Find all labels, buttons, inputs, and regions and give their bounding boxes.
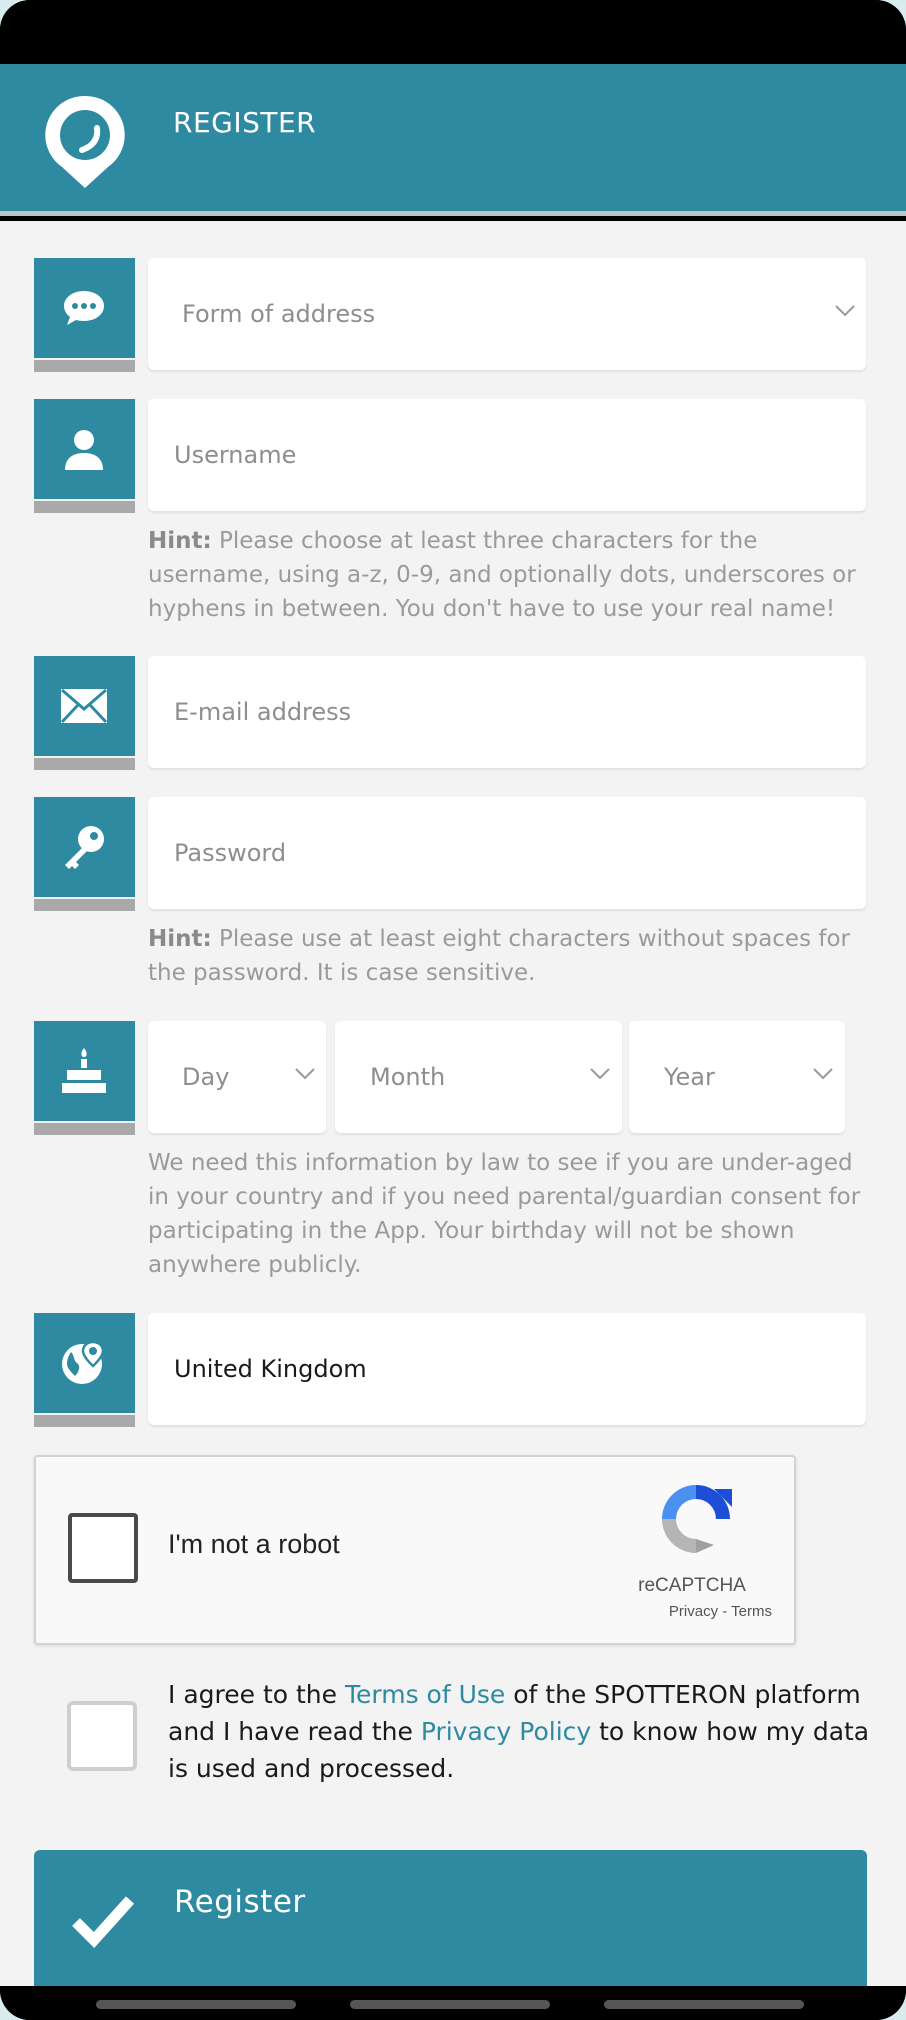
recaptcha-terms-link[interactable]: Terms (731, 1603, 772, 1620)
page-title: REGISTER (173, 106, 317, 139)
birth-year-placeholder: Year (664, 1063, 715, 1091)
nav-back-button[interactable] (604, 2000, 804, 2009)
birthday-cake-icon (62, 1048, 106, 1093)
chevron-down-icon (813, 1068, 833, 1080)
recaptcha-privacy-link[interactable]: Privacy (669, 1603, 718, 1620)
app-bar: REGISTER (0, 64, 906, 216)
birth-day-placeholder: Day (182, 1063, 230, 1091)
globe-location-icon (62, 1340, 105, 1384)
recaptcha-checkbox[interactable] (68, 1513, 138, 1583)
address-icon-box (34, 258, 135, 372)
phone-screen: REGISTER Form of address Username Hint: … (0, 0, 906, 2020)
checkmark-icon (72, 1896, 134, 1948)
country-icon-box (34, 1313, 135, 1427)
chevron-down-icon (295, 1068, 315, 1080)
form-of-address-placeholder: Form of address (182, 300, 376, 328)
country-value: United Kingdom (174, 1355, 367, 1383)
username-placeholder: Username (174, 441, 297, 469)
birth-year-select[interactable]: Year (629, 1021, 845, 1133)
email-input[interactable]: E-mail address (148, 656, 866, 768)
terms-agreement-checkbox[interactable] (67, 1701, 137, 1771)
chevron-down-icon (590, 1068, 610, 1080)
chat-bubble-icon (64, 291, 104, 325)
user-icon (65, 430, 103, 470)
recaptcha-label: I'm not a robot (168, 1529, 340, 1559)
recaptcha-link-separator: - (718, 1603, 732, 1620)
nav-home-button[interactable] (350, 2000, 550, 2009)
terms-of-use-link[interactable]: Terms of Use (345, 1680, 505, 1709)
nav-recents-button[interactable] (96, 2000, 296, 2009)
recaptcha-brand: reCAPTCHA (638, 1575, 746, 1596)
register-button-label: Register (174, 1884, 306, 1920)
username-icon-box (34, 399, 135, 513)
password-hint: Hint: Please use at least eight characte… (148, 922, 870, 990)
recaptcha-logo-icon (662, 1485, 732, 1553)
birth-day-select[interactable]: Day (148, 1021, 326, 1133)
terms-agreement-text: I agree to the Terms of Use of the SPOTT… (168, 1676, 878, 1787)
recaptcha-links: Privacy - Terms (612, 1603, 772, 1620)
registration-form: Form of address Username Hint: Please ch… (0, 221, 906, 1990)
password-icon-box (34, 797, 135, 911)
username-hint-label: Hint: (148, 528, 212, 554)
key-icon (65, 826, 104, 869)
spotteron-logo-icon (45, 95, 125, 188)
privacy-policy-link[interactable]: Privacy Policy (421, 1717, 591, 1746)
status-bar (0, 0, 906, 64)
birthday-note: We need this information by law to see i… (148, 1150, 861, 1278)
username-hint: Hint: Please choose at least three chara… (148, 524, 870, 626)
country-select[interactable]: United Kingdom (148, 1313, 866, 1425)
agreement-part1: I agree to the (168, 1680, 345, 1709)
navigation-bar (0, 1986, 906, 2020)
birth-month-placeholder: Month (370, 1063, 446, 1091)
chevron-down-icon (835, 305, 855, 317)
email-icon-box (34, 656, 135, 770)
envelope-icon (60, 688, 108, 724)
birth-month-select[interactable]: Month (335, 1021, 622, 1133)
register-button[interactable]: Register (34, 1850, 867, 1990)
email-placeholder: E-mail address (174, 698, 352, 726)
password-hint-text: Please use at least eight characters wit… (148, 926, 850, 986)
password-placeholder: Password (174, 839, 287, 867)
username-hint-text: Please choose at least three characters … (148, 528, 856, 622)
username-input[interactable]: Username (148, 399, 866, 511)
password-hint-label: Hint: (148, 926, 212, 952)
form-of-address-select[interactable]: Form of address (148, 258, 866, 370)
password-input[interactable]: Password (148, 797, 866, 909)
recaptcha-widget: I'm not a robot reCAPTCHA Privacy - Term… (34, 1455, 796, 1645)
birthday-icon-box (34, 1021, 135, 1135)
